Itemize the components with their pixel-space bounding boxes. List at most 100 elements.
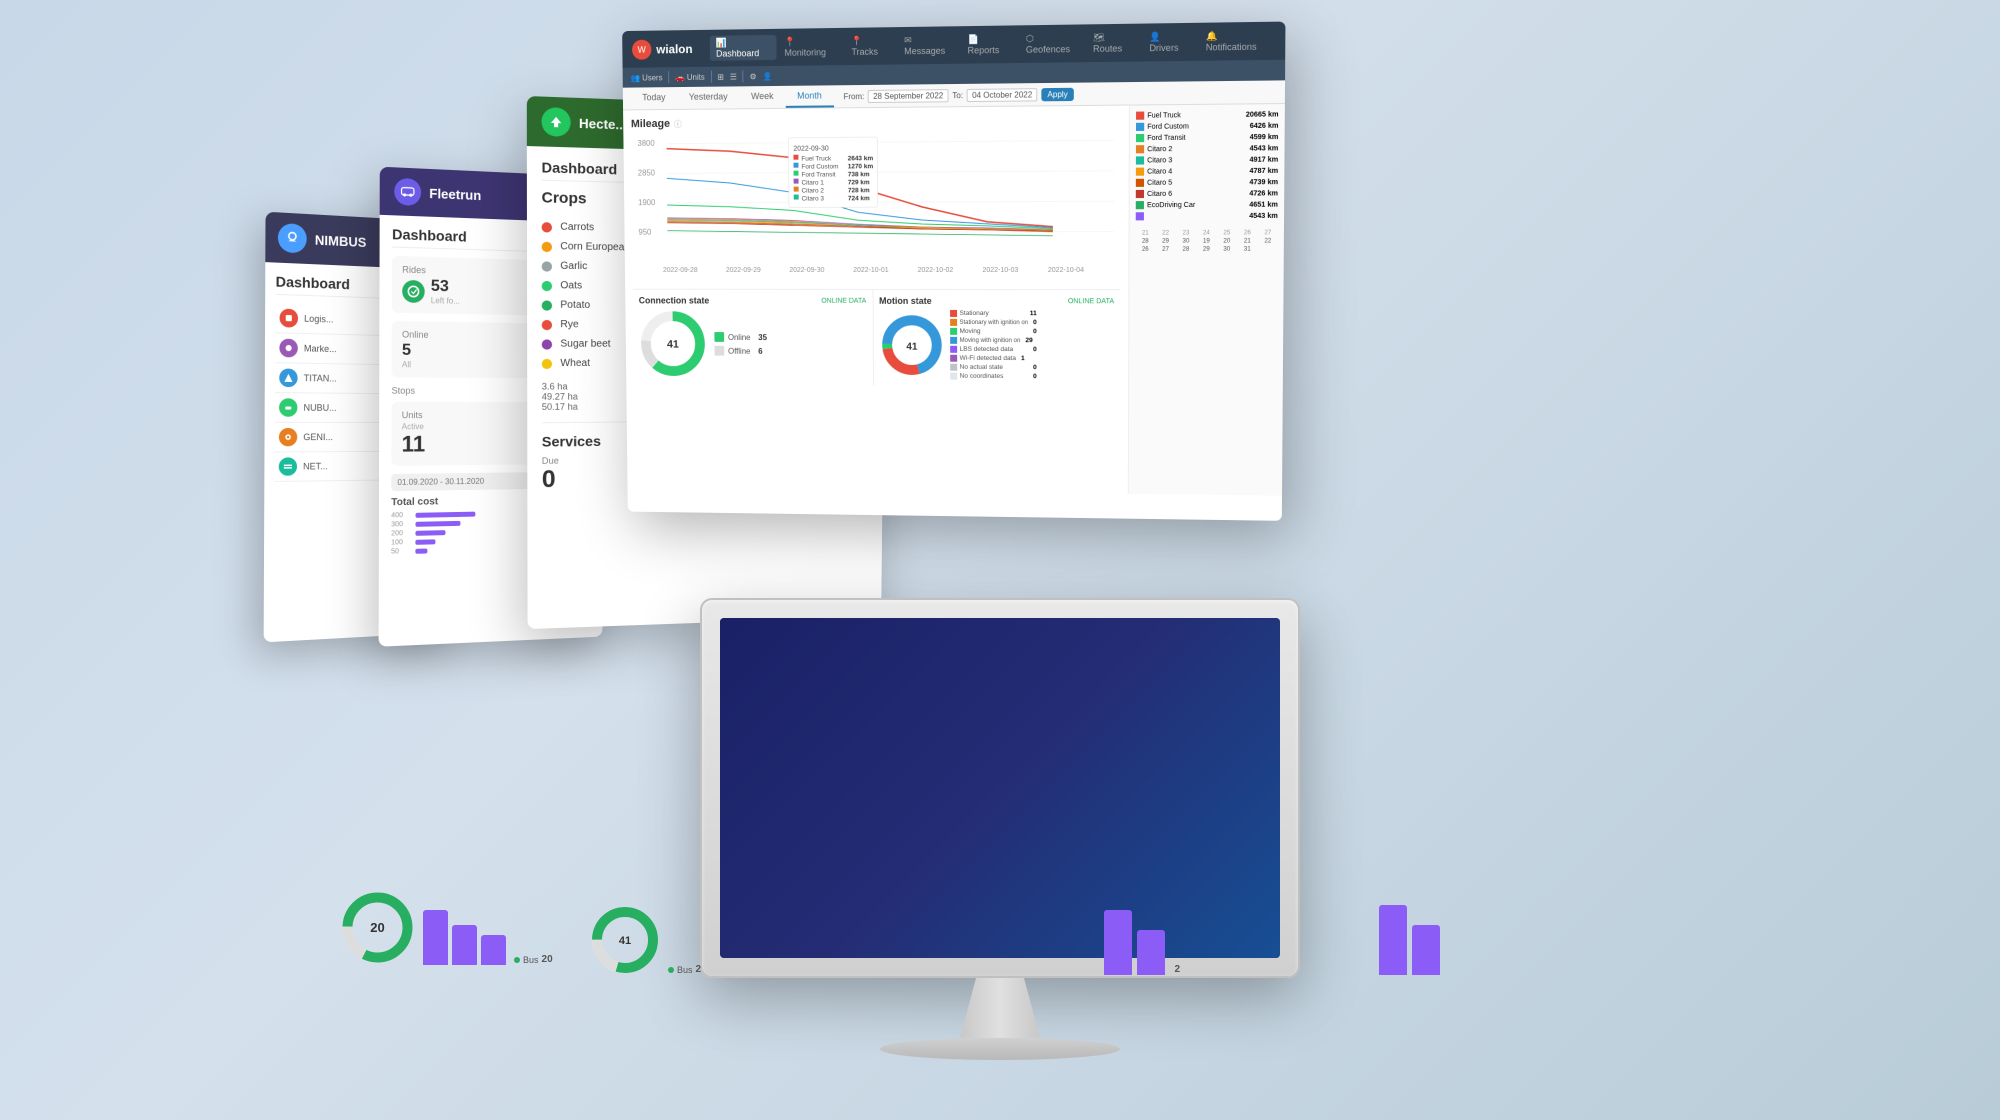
svg-text:2022-09-29: 2022-09-29 bbox=[726, 267, 761, 274]
cal-d8: 26 bbox=[1136, 247, 1155, 253]
monitor-stand-neck bbox=[960, 978, 1040, 1038]
svg-text:1270 km: 1270 km bbox=[848, 163, 874, 170]
sidebar-dot-net bbox=[279, 457, 297, 475]
bar-4-1 bbox=[1379, 905, 1407, 975]
cal-d13: 31 bbox=[1238, 247, 1258, 253]
sidebar-dot-logis bbox=[280, 309, 299, 328]
toolbar-user-icon[interactable]: 👤 bbox=[762, 72, 772, 81]
bottom-group-2: 41 Bus 2 bbox=[590, 905, 701, 975]
nav-geofences[interactable]: ⬡ Geofences bbox=[1020, 31, 1085, 57]
mileage-chart-svg: 3800 2850 1900 950 bbox=[631, 130, 1121, 282]
apply-button[interactable]: Apply bbox=[1041, 87, 1074, 101]
svg-text:41: 41 bbox=[619, 935, 631, 947]
crop-dot-carrots bbox=[542, 222, 552, 233]
bar-4-2 bbox=[1412, 925, 1440, 975]
svg-text:738 km: 738 km bbox=[848, 171, 870, 178]
right-legend-value-ford-custom: 6426 km bbox=[1250, 122, 1279, 129]
bottom-group-1: 20 Bus 20 bbox=[340, 890, 553, 965]
right-legend-extra: 4543 km bbox=[1136, 212, 1278, 221]
right-legend-color-fuel bbox=[1136, 112, 1144, 120]
sidebar-label-nubu: NUBU... bbox=[303, 403, 336, 413]
crop-label-corn: Corn European bbox=[560, 241, 630, 253]
svg-text:Citaro 2: Citaro 2 bbox=[802, 187, 825, 194]
bus-dot-2 bbox=[668, 967, 674, 973]
toolbar-divider-2 bbox=[710, 71, 711, 83]
nav-messages[interactable]: ✉ Messages bbox=[898, 32, 959, 58]
tab-month[interactable]: Month bbox=[785, 85, 834, 108]
bottom-donut-2-container: 41 bbox=[590, 905, 660, 975]
right-legend-value-ford-transit: 4599 km bbox=[1250, 133, 1279, 140]
toolbar-settings[interactable]: ⚙ bbox=[750, 72, 757, 81]
screen-bg bbox=[720, 618, 1280, 958]
nav-monitoring[interactable]: 📍 Monitoring bbox=[778, 34, 843, 60]
cal-h7: 27 bbox=[1258, 230, 1278, 236]
wialon-logo-text: wialon bbox=[656, 42, 692, 56]
svg-text:2022-09-30: 2022-09-30 bbox=[789, 267, 824, 274]
cost-bar-5 bbox=[415, 549, 427, 554]
right-legend-ford-transit: Ford Transit 4599 km bbox=[1136, 133, 1278, 142]
motion-no-actual-count: 0 bbox=[1033, 364, 1037, 371]
motion-legend: Stationary 11 Stationary with ignition o… bbox=[950, 310, 1037, 380]
connection-state: Connection state ONLINE DATA bbox=[633, 290, 874, 385]
tab-yesterday[interactable]: Yesterday bbox=[677, 86, 739, 109]
cost-bar-2 bbox=[415, 521, 460, 527]
crop-label-rye: Rye bbox=[560, 319, 578, 330]
tab-today[interactable]: Today bbox=[631, 87, 678, 109]
toolbar-table[interactable]: ⊞ bbox=[717, 72, 724, 81]
nav-routes[interactable]: 🗺 Routes bbox=[1087, 30, 1141, 56]
cal-d14 bbox=[1258, 246, 1278, 252]
nav-tracks[interactable]: 📍 Tracks bbox=[845, 33, 896, 59]
date-range-row: From: 28 September 2022 To: 04 October 2… bbox=[843, 87, 1073, 103]
conn-state-header: Connection state ONLINE DATA bbox=[639, 296, 867, 306]
right-legend-citaro3: Citaro 3 4917 km bbox=[1136, 155, 1278, 164]
motion-lbs: LBS detected data 0 bbox=[950, 346, 1037, 353]
motion-moving-ignition-count: 29 bbox=[1025, 337, 1032, 344]
right-legend-citaro5: Citaro 5 4739 km bbox=[1136, 178, 1278, 187]
connection-state-title: Connection state bbox=[639, 296, 710, 306]
offline-legend-label: Offline bbox=[728, 346, 750, 355]
panel-wialon: W wialon 📊 Dashboard 📍 Monitoring 📍 Trac… bbox=[622, 22, 1285, 521]
sidebar-dot-nubu bbox=[279, 398, 297, 417]
motion-stat-ignition-color bbox=[950, 319, 957, 326]
cal-h1: 21 bbox=[1136, 230, 1155, 236]
connection-donut-svg: 41 bbox=[639, 309, 707, 378]
motion-wifi-count: 1 bbox=[1021, 355, 1025, 362]
svg-text:950: 950 bbox=[638, 228, 652, 237]
motion-no-coords-color bbox=[950, 373, 957, 380]
toolbar-list[interactable]: ☰ bbox=[730, 72, 737, 81]
crop-label-sugarbeet: Sugar beet bbox=[560, 338, 610, 349]
nav-reports[interactable]: 📄 Reports bbox=[962, 31, 1018, 57]
svg-text:2022-10-04: 2022-10-04 bbox=[1048, 267, 1084, 274]
motion-body: 41 Stationary 11 bbox=[879, 310, 1114, 381]
svg-text:2022-09-28: 2022-09-28 bbox=[663, 267, 698, 274]
cost-bar-label-5: 50 bbox=[391, 548, 411, 556]
right-legend-label-eco: EcoDriving Car bbox=[1147, 201, 1195, 208]
mileage-info-icon: ⓘ bbox=[674, 118, 682, 129]
hecte-title-text: Hecte... bbox=[579, 115, 627, 132]
bus-label-2: Bus bbox=[677, 965, 693, 975]
bus-count-3: 2 bbox=[1174, 964, 1180, 975]
crop-label-carrots: Carrots bbox=[560, 221, 594, 233]
right-legend-color-eco bbox=[1136, 201, 1144, 209]
bottom-label-3: 2 bbox=[1174, 964, 1180, 975]
toolbar-units[interactable]: 🚗 Units bbox=[675, 72, 705, 81]
right-legend-value-fuel: 20665 km bbox=[1246, 111, 1279, 118]
nav-notifications[interactable]: 🔔 Notifications bbox=[1199, 28, 1274, 55]
bottom-donut-1-svg: 20 bbox=[340, 890, 415, 965]
tab-week[interactable]: Week bbox=[739, 86, 785, 108]
cal-d7: 22 bbox=[1258, 238, 1278, 244]
motion-donut-svg: 41 bbox=[879, 312, 944, 377]
svg-text:2022-10-02: 2022-10-02 bbox=[918, 267, 954, 274]
right-legend-color-citaro6 bbox=[1136, 190, 1144, 198]
sidebar-label-net: NET... bbox=[303, 461, 328, 471]
motion-wifi-color bbox=[950, 355, 957, 362]
nav-dashboard[interactable]: 📊 Dashboard bbox=[710, 35, 777, 61]
motion-no-actual-label: No actual state bbox=[960, 364, 1003, 371]
toolbar-users[interactable]: 👥 Users bbox=[630, 73, 662, 82]
calendar-row-3: 26 27 28 29 30 31 bbox=[1136, 246, 1278, 252]
toolbar-divider-1 bbox=[668, 71, 669, 83]
motion-wifi: Wi-Fi detected data 1 bbox=[950, 355, 1037, 362]
nav-drivers[interactable]: 👤 Drivers bbox=[1143, 29, 1197, 55]
right-legend-color-citaro3 bbox=[1136, 156, 1144, 164]
motion-state: Motion state ONLINE DATA bbox=[873, 290, 1120, 387]
